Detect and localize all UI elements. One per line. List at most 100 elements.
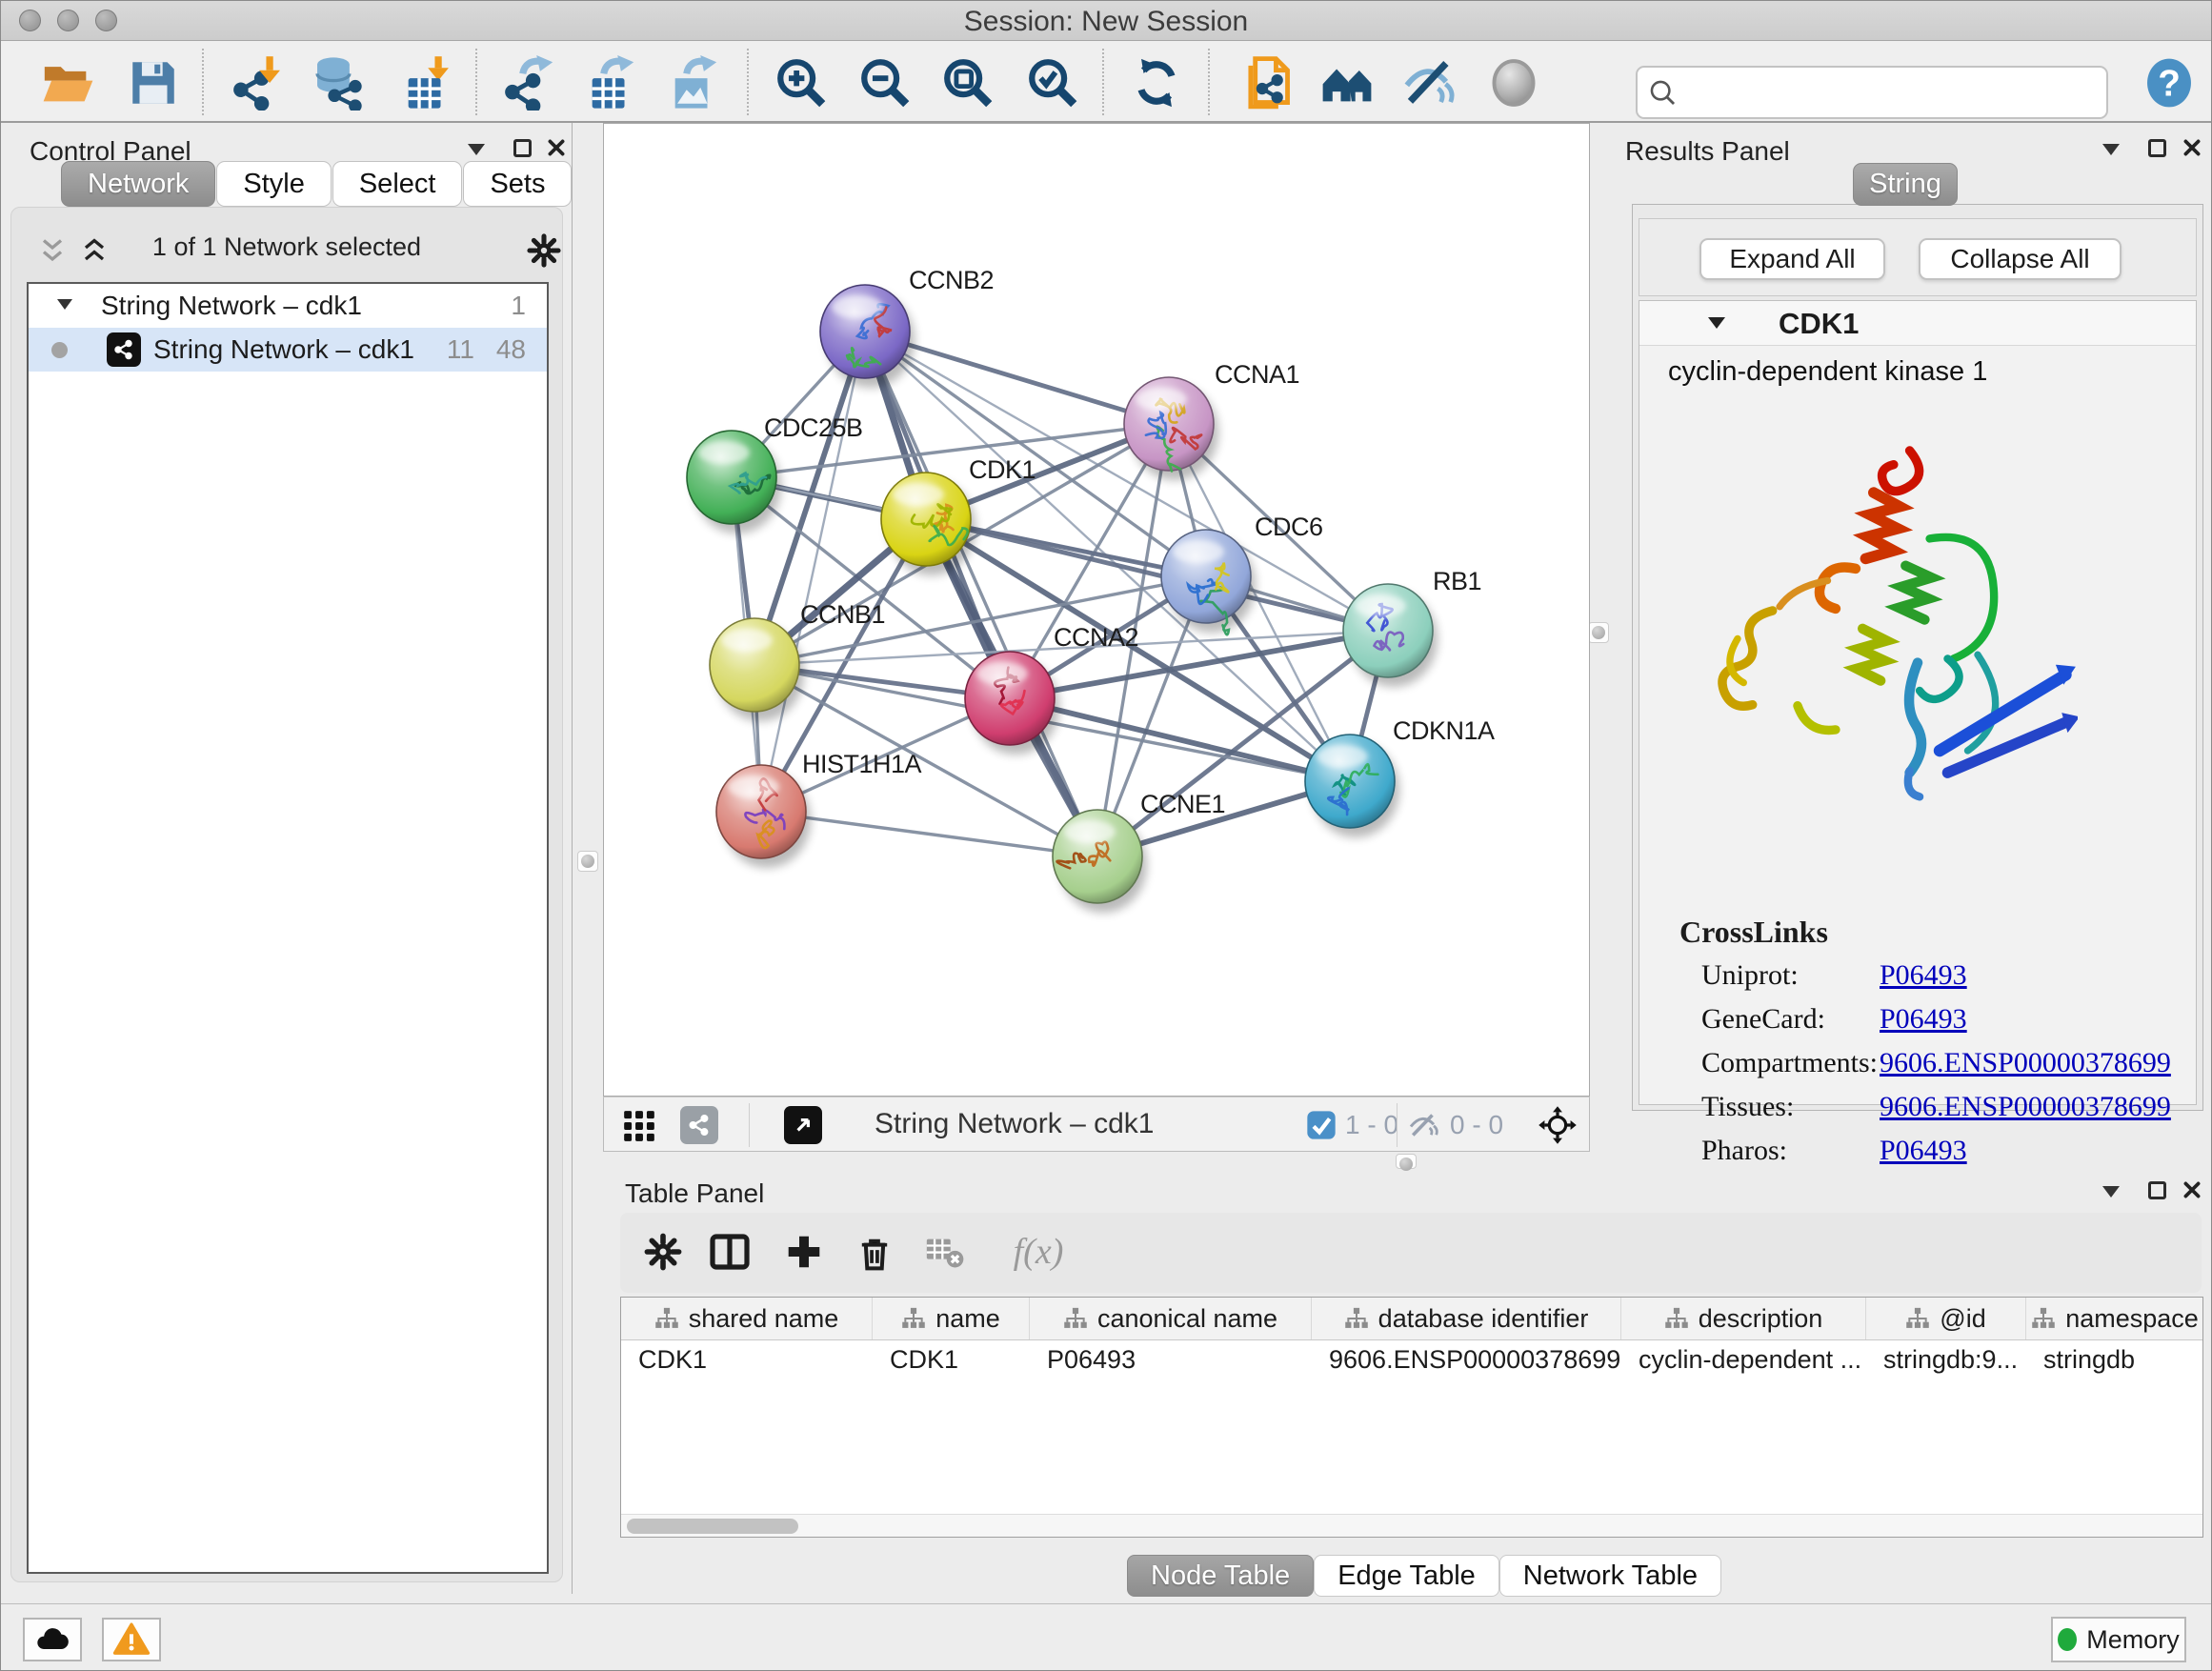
results-panel-float-icon[interactable] <box>2148 139 2166 157</box>
add-column-icon[interactable] <box>778 1226 830 1278</box>
export-table-icon[interactable] <box>580 52 641 113</box>
collection-expander-icon[interactable] <box>57 299 72 310</box>
tab-network[interactable]: Network <box>61 161 215 207</box>
tab-string[interactable]: String <box>1853 163 1958 206</box>
control-panel-menu-icon[interactable] <box>468 144 485 155</box>
crosslink-link[interactable]: P06493 <box>1880 959 1967 992</box>
crosslink-link[interactable]: P06493 <box>1880 1135 1967 1167</box>
right-splitter-handle[interactable] <box>1588 622 1609 643</box>
table-cell[interactable]: stringdb:9... <box>1866 1340 2026 1380</box>
node-label-HIST1H1A: HIST1H1A <box>802 750 922 778</box>
share-network-icon[interactable] <box>680 1106 718 1144</box>
cloud-button[interactable] <box>23 1618 82 1661</box>
crosslink-link[interactable]: P06493 <box>1880 1003 1967 1036</box>
zoom-fit-icon[interactable] <box>937 52 998 113</box>
edge-HIST1H1A-CCNE1[interactable] <box>761 812 1097 856</box>
control-panel-close-icon[interactable] <box>546 137 567 158</box>
tab-edge-table[interactable]: Edge Table <box>1314 1555 1499 1597</box>
node-CDKN1A[interactable]: CDKN1A <box>1305 716 1495 837</box>
table-panel-float-icon[interactable] <box>2148 1181 2166 1199</box>
column-header-name[interactable]: name <box>873 1298 1030 1339</box>
table-cell[interactable]: 9606.ENSP00000378699 <box>1312 1340 1621 1380</box>
import-network-file-icon[interactable] <box>228 52 289 113</box>
control-panel-float-icon[interactable] <box>513 139 532 157</box>
node-CCNB1[interactable]: CCNB1 <box>710 600 885 721</box>
show-columns-icon[interactable] <box>704 1226 755 1278</box>
help-icon[interactable]: ? <box>2139 52 2200 113</box>
node-HIST1H1A[interactable]: HIST1H1A <box>716 750 922 868</box>
column-header-sharedname[interactable]: shared name <box>621 1298 873 1339</box>
node-CCNA1[interactable]: CCNA1 <box>1124 360 1299 480</box>
delete-column-trash-icon[interactable] <box>849 1226 900 1278</box>
network-options-gear-icon[interactable] <box>526 232 562 269</box>
left-splitter-handle[interactable] <box>577 851 598 872</box>
memory-button[interactable]: Memory <box>2051 1617 2186 1662</box>
network-canvas-panel[interactable]: CCNB2CCNA1CDC25BCDK1CDC6RB1CCNB1CCNA2CDK… <box>603 123 1590 1097</box>
tab-node-table[interactable]: Node Table <box>1127 1555 1314 1597</box>
scrollbar-thumb[interactable] <box>627 1519 798 1534</box>
warning-button[interactable] <box>102 1618 161 1661</box>
table-row[interactable]: CDK1CDK1P064939606.ENSP00000378699cyclin… <box>621 1340 2202 1380</box>
sphere-eye-icon[interactable] <box>1483 52 1544 113</box>
collapse-all-button[interactable]: Collapse All <box>1919 238 2122 280</box>
tab-select[interactable]: Select <box>332 161 463 207</box>
table-panel-menu-icon[interactable] <box>2102 1186 2120 1198</box>
node-CDC25B[interactable]: CDC25B <box>687 413 863 534</box>
tab-network-table[interactable]: Network Table <box>1499 1555 1721 1597</box>
selected-checkbox-icon[interactable] <box>1306 1110 1337 1140</box>
import-network-database-icon[interactable] <box>309 52 370 113</box>
node-RB1[interactable]: RB1 <box>1343 567 1481 687</box>
fit-crosshair-icon[interactable] <box>1538 1105 1578 1145</box>
export-network-icon[interactable] <box>499 52 560 113</box>
open-external-icon[interactable] <box>784 1106 822 1144</box>
bottom-splitter-handle[interactable] <box>1396 1154 1417 1169</box>
tab-style[interactable]: Style <box>216 161 331 207</box>
document-share-icon[interactable] <box>1237 52 1298 113</box>
cdk1-section-header[interactable]: CDK1 <box>1639 301 2196 346</box>
network-collection-row[interactable]: String Network – cdk1 1 <box>29 284 547 328</box>
control-panel: Control Panel NetworkStyleSelectSets 1 o… <box>1 123 573 1594</box>
table-cell[interactable]: cyclin-dependent ... <box>1621 1340 1866 1380</box>
column-header-namespace[interactable]: namespace <box>2026 1298 2203 1339</box>
node-table[interactable]: shared namenamecanonical namedatabase id… <box>620 1297 2203 1538</box>
table-cell[interactable]: CDK1 <box>621 1340 873 1380</box>
results-panel-menu-icon[interactable] <box>2102 144 2120 155</box>
table-gear-icon[interactable] <box>637 1226 689 1278</box>
section-expander-icon[interactable] <box>1708 317 1725 329</box>
save-session-icon[interactable] <box>123 52 184 113</box>
zoom-in-icon[interactable] <box>771 52 832 113</box>
crosslink-label: Tissues: <box>1701 1091 1794 1123</box>
network-graph[interactable]: CCNB2CCNA1CDC25BCDK1CDC6RB1CCNB1CCNA2CDK… <box>604 124 1589 1096</box>
hide-eye-icon[interactable] <box>1399 52 1460 113</box>
export-image-icon[interactable] <box>663 52 724 113</box>
results-panel-close-icon[interactable] <box>2182 137 2202 158</box>
column-header-databaseidentifier[interactable]: database identifier <box>1312 1298 1621 1339</box>
zoom-out-icon[interactable] <box>855 52 915 113</box>
refresh-icon[interactable] <box>1126 52 1187 113</box>
results-buttons-box: Expand All Collapse All <box>1639 218 2197 296</box>
network-row[interactable]: String Network – cdk1 11 48 <box>29 328 547 372</box>
birdseye-grid-icon[interactable] <box>621 1108 657 1144</box>
column-header-id[interactable]: @id <box>1866 1298 2026 1339</box>
node-CCNE1[interactable]: CCNE1 <box>1053 790 1225 913</box>
zoom-selected-icon[interactable] <box>1022 52 1083 113</box>
node-label-RB1: RB1 <box>1433 567 1481 595</box>
function-builder-icon[interactable]: f(x) <box>986 1226 1091 1278</box>
open-session-icon[interactable] <box>37 52 98 113</box>
column-header-description[interactable]: description <box>1621 1298 1866 1339</box>
table-horizontal-scrollbar[interactable] <box>621 1514 2202 1537</box>
crosslink-link[interactable]: 9606.ENSP00000378699 <box>1880 1047 2171 1079</box>
table-cell[interactable]: stringdb <box>2026 1340 2203 1380</box>
delete-table-icon[interactable] <box>919 1226 971 1278</box>
table-panel-close-icon[interactable] <box>2182 1179 2202 1200</box>
table-cell[interactable]: CDK1 <box>873 1340 1030 1380</box>
import-table-file-icon[interactable] <box>396 52 457 113</box>
crosslink-link[interactable]: 9606.ENSP00000378699 <box>1880 1091 2171 1123</box>
tab-sets[interactable]: Sets <box>463 161 572 207</box>
table-cell[interactable]: P06493 <box>1030 1340 1312 1380</box>
homes-icon[interactable] <box>1317 52 1377 113</box>
search-input[interactable] <box>1636 66 2108 119</box>
node-CDC6[interactable]: CDC6 <box>1161 513 1323 634</box>
expand-all-button[interactable]: Expand All <box>1699 238 1885 280</box>
column-header-canonicalname[interactable]: canonical name <box>1030 1298 1312 1339</box>
